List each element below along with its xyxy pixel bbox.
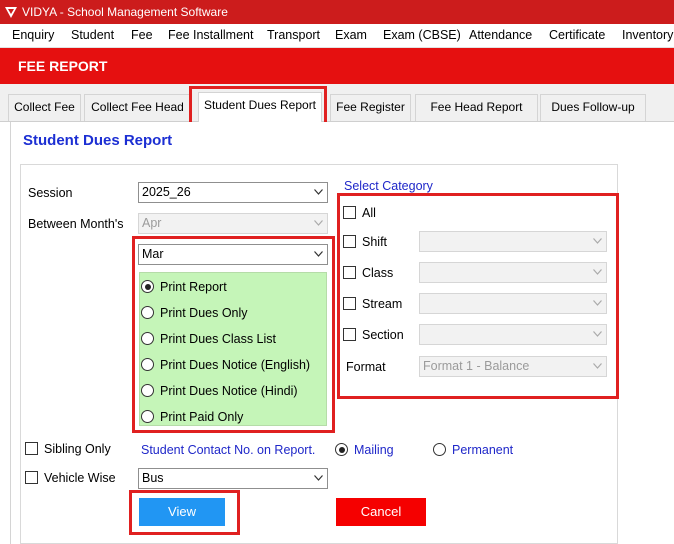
session-value: 2025_26 [142, 185, 191, 199]
chevron-down-icon [314, 220, 323, 226]
cancel-button[interactable]: Cancel [336, 498, 426, 526]
between-months-label: Between Month's [28, 217, 124, 231]
menu-fee-installment[interactable]: Fee Installment [168, 28, 253, 42]
sibling-only-checkbox[interactable] [25, 442, 38, 455]
vehicle-select[interactable]: Bus [138, 468, 328, 489]
view-highlight [129, 490, 240, 535]
tab-collect-fee[interactable]: Collect Fee [8, 94, 81, 121]
menu-student[interactable]: Student [71, 28, 114, 42]
tab-fee-register[interactable]: Fee Register [330, 94, 411, 121]
mailing-label: Mailing [354, 443, 394, 457]
menu-bar: Enquiry Student Fee Fee Installment Tran… [0, 24, 674, 48]
session-label: Session [28, 186, 73, 200]
app-logo-icon [5, 7, 17, 18]
permanent-radio[interactable] [433, 443, 446, 456]
from-month-select[interactable]: Apr [138, 213, 328, 234]
menu-certificate[interactable]: Certificate [549, 28, 605, 42]
vehicle-wise-label: Vehicle Wise [44, 471, 116, 485]
tab-collect-fee-head[interactable]: Collect Fee Head [84, 94, 191, 121]
menu-inventory[interactable]: Inventory [622, 28, 673, 42]
category-highlight [337, 193, 619, 399]
menu-exam-cbse[interactable]: Exam (CBSE) [383, 28, 461, 42]
tab-highlight [189, 86, 327, 126]
title-bar: VIDYA - School Management Software [0, 0, 674, 24]
chevron-down-icon [314, 475, 323, 481]
banner-title: FEE REPORT [18, 58, 108, 74]
menu-enquiry[interactable]: Enquiry [12, 28, 54, 42]
tab-fee-head-report[interactable]: Fee Head Report [415, 94, 538, 121]
vehicle-value: Bus [142, 471, 164, 485]
month-options-highlight [132, 236, 335, 433]
menu-attendance[interactable]: Attendance [469, 28, 532, 42]
chevron-down-icon [314, 189, 323, 195]
mailing-radio[interactable] [335, 443, 348, 456]
menu-fee[interactable]: Fee [131, 28, 153, 42]
permanent-label: Permanent [452, 443, 514, 457]
menu-exam[interactable]: Exam [335, 28, 367, 42]
sibling-only-label: Sibling Only [44, 442, 111, 456]
menu-transport[interactable]: Transport [267, 28, 320, 42]
fee-report-banner: FEE REPORT [0, 48, 674, 84]
select-category-label: Select Category [344, 179, 433, 193]
tab-dues-follow-up[interactable]: Dues Follow-up [540, 94, 646, 121]
session-select[interactable]: 2025_26 [138, 182, 328, 203]
contact-no-label: Student Contact No. on Report. [141, 443, 316, 457]
section-title: Student Dues Report [23, 132, 173, 149]
vehicle-wise-checkbox[interactable] [25, 471, 38, 484]
from-month-value: Apr [142, 216, 162, 230]
window-title: VIDYA - School Management Software [22, 5, 228, 19]
